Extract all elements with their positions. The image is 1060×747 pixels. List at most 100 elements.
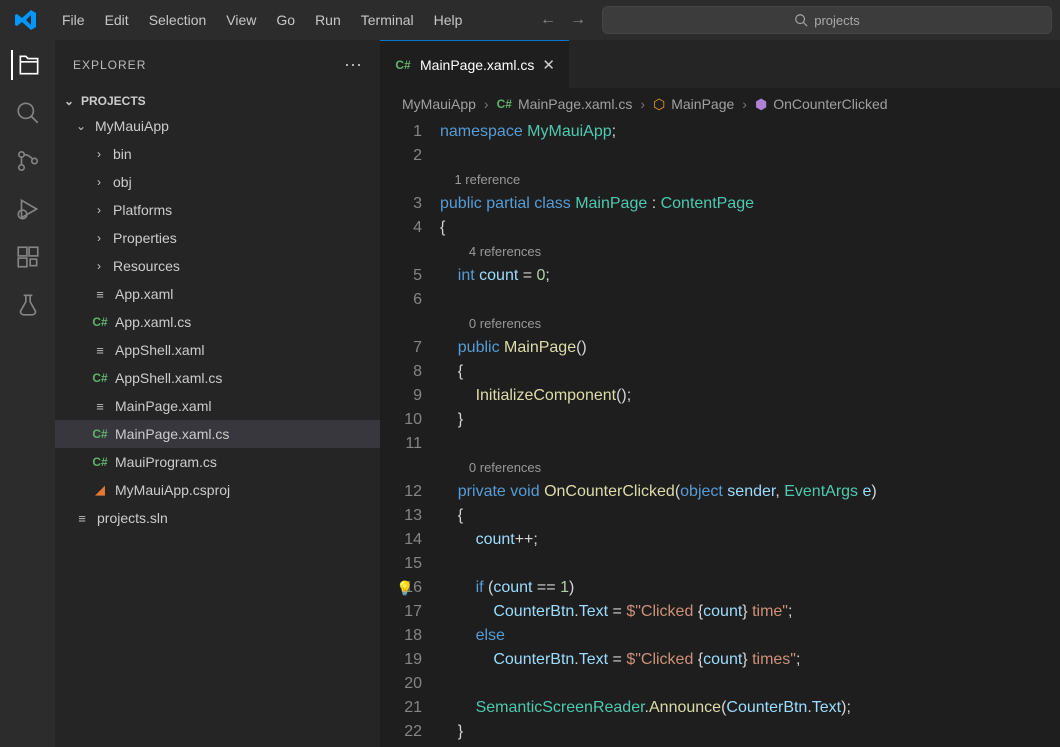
code-line[interactable]: CounterBtn.Text = $"Clicked {count} time… <box>440 600 1060 624</box>
folder-bin[interactable]: › bin <box>55 140 380 168</box>
chevron-right-icon: › <box>742 96 747 112</box>
file-AppShell.xaml.cs[interactable]: C#AppShell.xaml.cs <box>55 364 380 392</box>
chevron-right-icon: › <box>91 231 107 245</box>
nav-forward-icon[interactable]: → <box>570 11 586 29</box>
chevron-right-icon: › <box>91 175 107 189</box>
tree-label: bin <box>113 146 132 162</box>
file-App.xaml.cs[interactable]: C#App.xaml.cs <box>55 308 380 336</box>
menu-item-view[interactable]: View <box>216 8 266 32</box>
code-line[interactable] <box>440 432 1060 456</box>
code-line[interactable]: private void OnCounterClicked(object sen… <box>440 480 1060 504</box>
file-MyMauiApp.csproj[interactable]: ◢MyMauiApp.csproj <box>55 476 380 504</box>
code-line[interactable]: { <box>440 216 1060 240</box>
nav-back-icon[interactable]: ← <box>540 11 556 29</box>
menu-item-file[interactable]: File <box>52 8 95 32</box>
sidebar-more-icon[interactable]: ⋯ <box>344 55 362 76</box>
code-line[interactable]: int count = 0; <box>440 264 1060 288</box>
code-body[interactable]: namespace MyMauiApp; 1 referencepublic p… <box>440 120 1060 747</box>
activity-debug-icon[interactable] <box>13 194 43 224</box>
method-icon: ⬢ <box>755 96 767 113</box>
breadcrumbs[interactable]: MyMauiApp›C#MainPage.xaml.cs›⬡MainPage›⬢… <box>380 88 1060 120</box>
chevron-right-icon: › <box>484 96 489 112</box>
tree-label: obj <box>113 174 132 190</box>
chevron-right-icon: › <box>91 259 107 273</box>
activity-search-icon[interactable] <box>13 98 43 128</box>
file-tree: ⌄MyMauiApp›bin›obj›Platforms›Properties›… <box>55 112 380 532</box>
code-line[interactable] <box>440 144 1060 168</box>
explorer-section-header[interactable]: ⌄ PROJECTS <box>55 90 380 112</box>
menu-item-edit[interactable]: Edit <box>95 8 139 32</box>
menu-item-terminal[interactable]: Terminal <box>351 8 424 32</box>
code-line[interactable] <box>440 552 1060 576</box>
code-line[interactable]: public partial class MainPage : ContentP… <box>440 192 1060 216</box>
file-AppShell.xaml[interactable]: ≡AppShell.xaml <box>55 336 380 364</box>
tree-label: MauiProgram.cs <box>115 454 217 470</box>
tree-label: projects.sln <box>97 510 168 526</box>
folder-Platforms[interactable]: ›Platforms <box>55 196 380 224</box>
folder-MyMauiApp[interactable]: ⌄MyMauiApp <box>55 112 380 140</box>
sidebar-title: EXPLORER <box>73 58 146 72</box>
file-App.xaml[interactable]: ≡App.xaml <box>55 280 380 308</box>
menu-item-selection[interactable]: Selection <box>139 8 217 32</box>
activity-source-control-icon[interactable] <box>13 146 43 176</box>
tree-label: Resources <box>113 258 180 274</box>
file-projects.sln[interactable]: ≡projects.sln <box>55 504 380 532</box>
code-line[interactable]: namespace MyMauiApp; <box>440 120 1060 144</box>
breadcrumb-item[interactable]: ⬢OnCounterClicked <box>755 96 888 113</box>
activity-bar <box>0 40 55 747</box>
editor-tab[interactable]: C# MainPage.xaml.cs ✕ <box>380 40 569 88</box>
menu-item-run[interactable]: Run <box>305 8 351 32</box>
close-icon[interactable]: ✕ <box>542 56 555 74</box>
file-MainPage.xaml.cs[interactable]: C#MainPage.xaml.cs <box>55 420 380 448</box>
code-line[interactable]: SemanticScreenReader.Announce(CounterBtn… <box>440 696 1060 720</box>
code-line[interactable]: { <box>440 504 1060 528</box>
code-line[interactable]: InitializeComponent(); <box>440 384 1060 408</box>
code-line[interactable] <box>440 288 1060 312</box>
codelens[interactable]: 0 references <box>440 312 1060 336</box>
code-line[interactable]: public MainPage() <box>440 336 1060 360</box>
code-line[interactable]: count++; <box>440 528 1060 552</box>
breadcrumb-item[interactable]: ⬡MainPage <box>653 96 734 113</box>
file-MainPage.xaml[interactable]: ≡MainPage.xaml <box>55 392 380 420</box>
chevron-right-icon: › <box>91 203 107 217</box>
command-center-search[interactable]: projects <box>602 6 1052 34</box>
csharp-icon: C# <box>394 58 412 72</box>
menu-item-help[interactable]: Help <box>424 8 473 32</box>
line-gutter: 1234567891011121314151617181920212223 <box>380 120 440 747</box>
code-line[interactable]: 💡 if (count == 1) <box>440 576 1060 600</box>
folder-obj[interactable]: › obj <box>55 168 380 196</box>
code-line[interactable]: { <box>440 360 1060 384</box>
activity-extensions-icon[interactable] <box>13 242 43 272</box>
code-line[interactable]: } <box>440 720 1060 744</box>
code-line[interactable]: } <box>440 408 1060 432</box>
codelens[interactable]: 0 references <box>440 456 1060 480</box>
code-line[interactable]: else <box>440 624 1060 648</box>
codelens[interactable]: 4 references <box>440 240 1060 264</box>
breadcrumb-item[interactable]: C#MainPage.xaml.cs <box>497 96 633 112</box>
folder-Resources[interactable]: › Resources <box>55 252 380 280</box>
menu-item-go[interactable]: Go <box>266 8 305 32</box>
tree-label: MyMauiApp.csproj <box>115 482 230 498</box>
search-placeholder: projects <box>814 13 860 28</box>
editor-area: C# MainPage.xaml.cs ✕ MyMauiApp›C#MainPa… <box>380 40 1060 747</box>
code-editor[interactable]: 1234567891011121314151617181920212223 na… <box>380 120 1060 747</box>
section-label: PROJECTS <box>81 94 146 108</box>
tree-label: AppShell.xaml <box>115 342 205 358</box>
activity-testing-icon[interactable] <box>13 290 43 320</box>
folder-Properties[interactable]: › Properties <box>55 224 380 252</box>
explorer-sidebar: EXPLORER ⋯ ⌄ PROJECTS ⌄MyMauiApp › bin › obj… <box>55 40 380 747</box>
file-MauiProgram.cs[interactable]: C#MauiProgram.cs <box>55 448 380 476</box>
vscode-logo-icon <box>14 8 38 32</box>
chevron-right-icon: › <box>91 147 107 161</box>
codelens[interactable]: 1 reference <box>440 168 1060 192</box>
tree-label: App.xaml <box>115 286 173 302</box>
activity-explorer-icon[interactable] <box>11 50 43 80</box>
tab-label: MainPage.xaml.cs <box>420 57 534 73</box>
breadcrumb-item[interactable]: MyMauiApp <box>402 96 476 112</box>
lightbulb-icon[interactable]: 💡 <box>396 576 413 600</box>
tree-label: Properties <box>113 230 177 246</box>
code-line[interactable] <box>440 672 1060 696</box>
code-line[interactable]: CounterBtn.Text = $"Clicked {count} time… <box>440 648 1060 672</box>
tree-label: App.xaml.cs <box>115 314 191 330</box>
tree-label: MyMauiApp <box>95 118 169 134</box>
